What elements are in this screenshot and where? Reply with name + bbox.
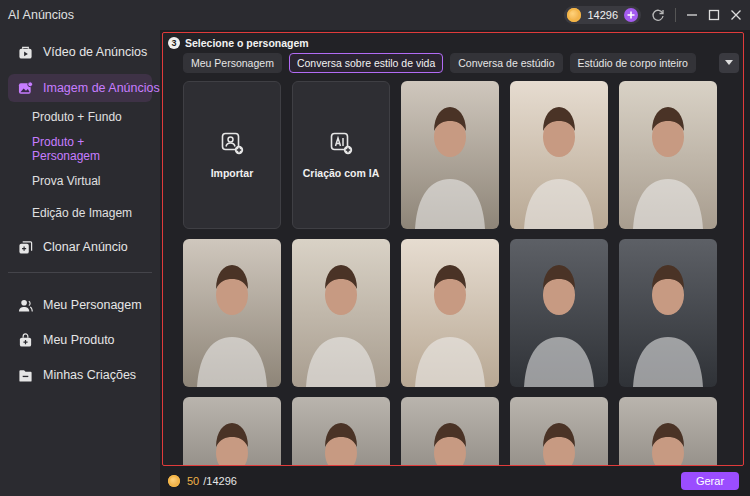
step-badge: 3 (168, 37, 180, 49)
character-photo[interactable] (619, 81, 717, 229)
sidebar-item-label: Meu Personagem (43, 298, 146, 312)
app-window: AI Anúncios 14296 Vídeo de Anúncios Imagem … (0, 0, 750, 496)
character-panel: 3 Selecione o personagem Meu Personagem Con… (162, 32, 744, 466)
category-tab[interactable]: Estúdio de corpo inteiro (570, 53, 696, 73)
sidebar-item-label: Vídeo de Anúncios (43, 45, 147, 59)
card-label: Criação com IA (299, 167, 383, 179)
person-photo-icon (401, 81, 499, 229)
person-photo-icon (401, 239, 499, 387)
product-icon (18, 333, 33, 348)
sidebar-item[interactable]: Clonar Anúncio (8, 233, 152, 261)
person-photo-icon (619, 81, 717, 229)
sidebar-item-label: Minhas Criações (43, 368, 146, 382)
person-photo-icon (183, 397, 281, 465)
character-photo[interactable] (292, 397, 390, 465)
sidebar-item[interactable]: Imagem de Anúncios (8, 74, 152, 102)
sidebar-subitem[interactable]: Produto + Personagem (8, 133, 152, 165)
character-photo[interactable] (183, 239, 281, 387)
card-label: Importar (207, 167, 258, 179)
character-photo[interactable] (510, 239, 608, 387)
character-photo[interactable] (183, 397, 281, 465)
import-card[interactable]: Importar (183, 81, 281, 229)
window-title: AI Anúncios (8, 8, 74, 22)
import-person-icon (220, 131, 244, 155)
sidebar: Vídeo de AnúnciosImagem de AnúnciosProdu… (0, 30, 160, 496)
refresh-icon[interactable] (651, 8, 665, 22)
sidebar-item-label: Clonar Anúncio (43, 240, 146, 254)
add-credits-icon[interactable] (624, 8, 638, 22)
ai-card[interactable]: Criação com IA (292, 81, 390, 229)
character-photo[interactable] (401, 239, 499, 387)
sidebar-subitem[interactable]: Prova Virtual (8, 165, 152, 197)
folder-icon (18, 368, 33, 383)
person-icon (18, 298, 33, 313)
image-icon (18, 81, 33, 96)
sidebar-item[interactable]: Meu Personagem (8, 291, 152, 319)
ai-create-icon (329, 131, 353, 155)
dropdown-arrow-icon (725, 60, 733, 66)
credits-count: 14296 (587, 9, 618, 21)
character-photo[interactable] (510, 397, 608, 465)
character-photo[interactable] (619, 397, 717, 465)
person-photo-icon (619, 239, 717, 387)
coin-icon (567, 8, 581, 22)
sidebar-item-label: Meu Produto (43, 333, 146, 347)
maximize-icon[interactable] (708, 9, 720, 21)
video-icon (18, 45, 33, 60)
sidebar-item-label: Imagem de Anúncios (43, 81, 160, 95)
clone-icon (18, 240, 33, 255)
coin-icon (168, 475, 180, 487)
person-photo-icon (292, 239, 390, 387)
character-photo[interactable] (401, 81, 499, 229)
panel-header: 3 Selecione o personagem (163, 33, 743, 49)
character-photo[interactable] (619, 239, 717, 387)
person-photo-icon (619, 397, 717, 465)
character-photo[interactable] (510, 81, 608, 229)
generation-cost: 50 (187, 475, 199, 487)
credit-balance: /14296 (203, 475, 237, 487)
sidebar-subitem[interactable]: Produto + Fundo (8, 101, 152, 133)
character-photo[interactable] (292, 239, 390, 387)
person-photo-icon (510, 239, 608, 387)
credits-pill[interactable]: 14296 (564, 6, 641, 24)
category-tab[interactable]: Conversa sobre estilo de vida (289, 53, 443, 73)
sidebar-divider (8, 272, 152, 273)
footer-bar: 50/14296 Gerar (160, 466, 750, 496)
sidebar-item[interactable]: Minhas Criações (8, 361, 152, 389)
main-area: 3 Selecione o personagem Meu Personagem Con… (160, 30, 750, 496)
tab-bar: Meu Personagem Conversa sobre estilo de v… (163, 49, 743, 73)
person-photo-icon (401, 397, 499, 465)
category-tab[interactable]: Conversa de estúdio (450, 53, 562, 73)
character-grid: Importar Criação com IA (163, 73, 743, 465)
character-photo[interactable] (401, 397, 499, 465)
person-photo-icon (510, 397, 608, 465)
sidebar-item[interactable]: Meu Produto (8, 326, 152, 354)
panel-title: Selecione o personagem (185, 37, 309, 49)
minimize-icon[interactable] (686, 9, 698, 21)
sidebar-subitem[interactable]: Edição de Imagem (8, 197, 152, 229)
title-bar: AI Anúncios 14296 (0, 0, 750, 30)
sidebar-item[interactable]: Vídeo de Anúncios (8, 38, 152, 66)
person-photo-icon (183, 239, 281, 387)
category-tab[interactable]: Meu Personagem (183, 53, 282, 73)
close-icon[interactable] (730, 9, 742, 21)
sidebar-submenu: Produto + FundoProduto + PersonagemProva… (8, 101, 152, 229)
generate-button[interactable]: Gerar (681, 472, 739, 490)
person-photo-icon (510, 81, 608, 229)
person-photo-icon (292, 397, 390, 465)
more-tabs-button[interactable] (719, 53, 739, 73)
